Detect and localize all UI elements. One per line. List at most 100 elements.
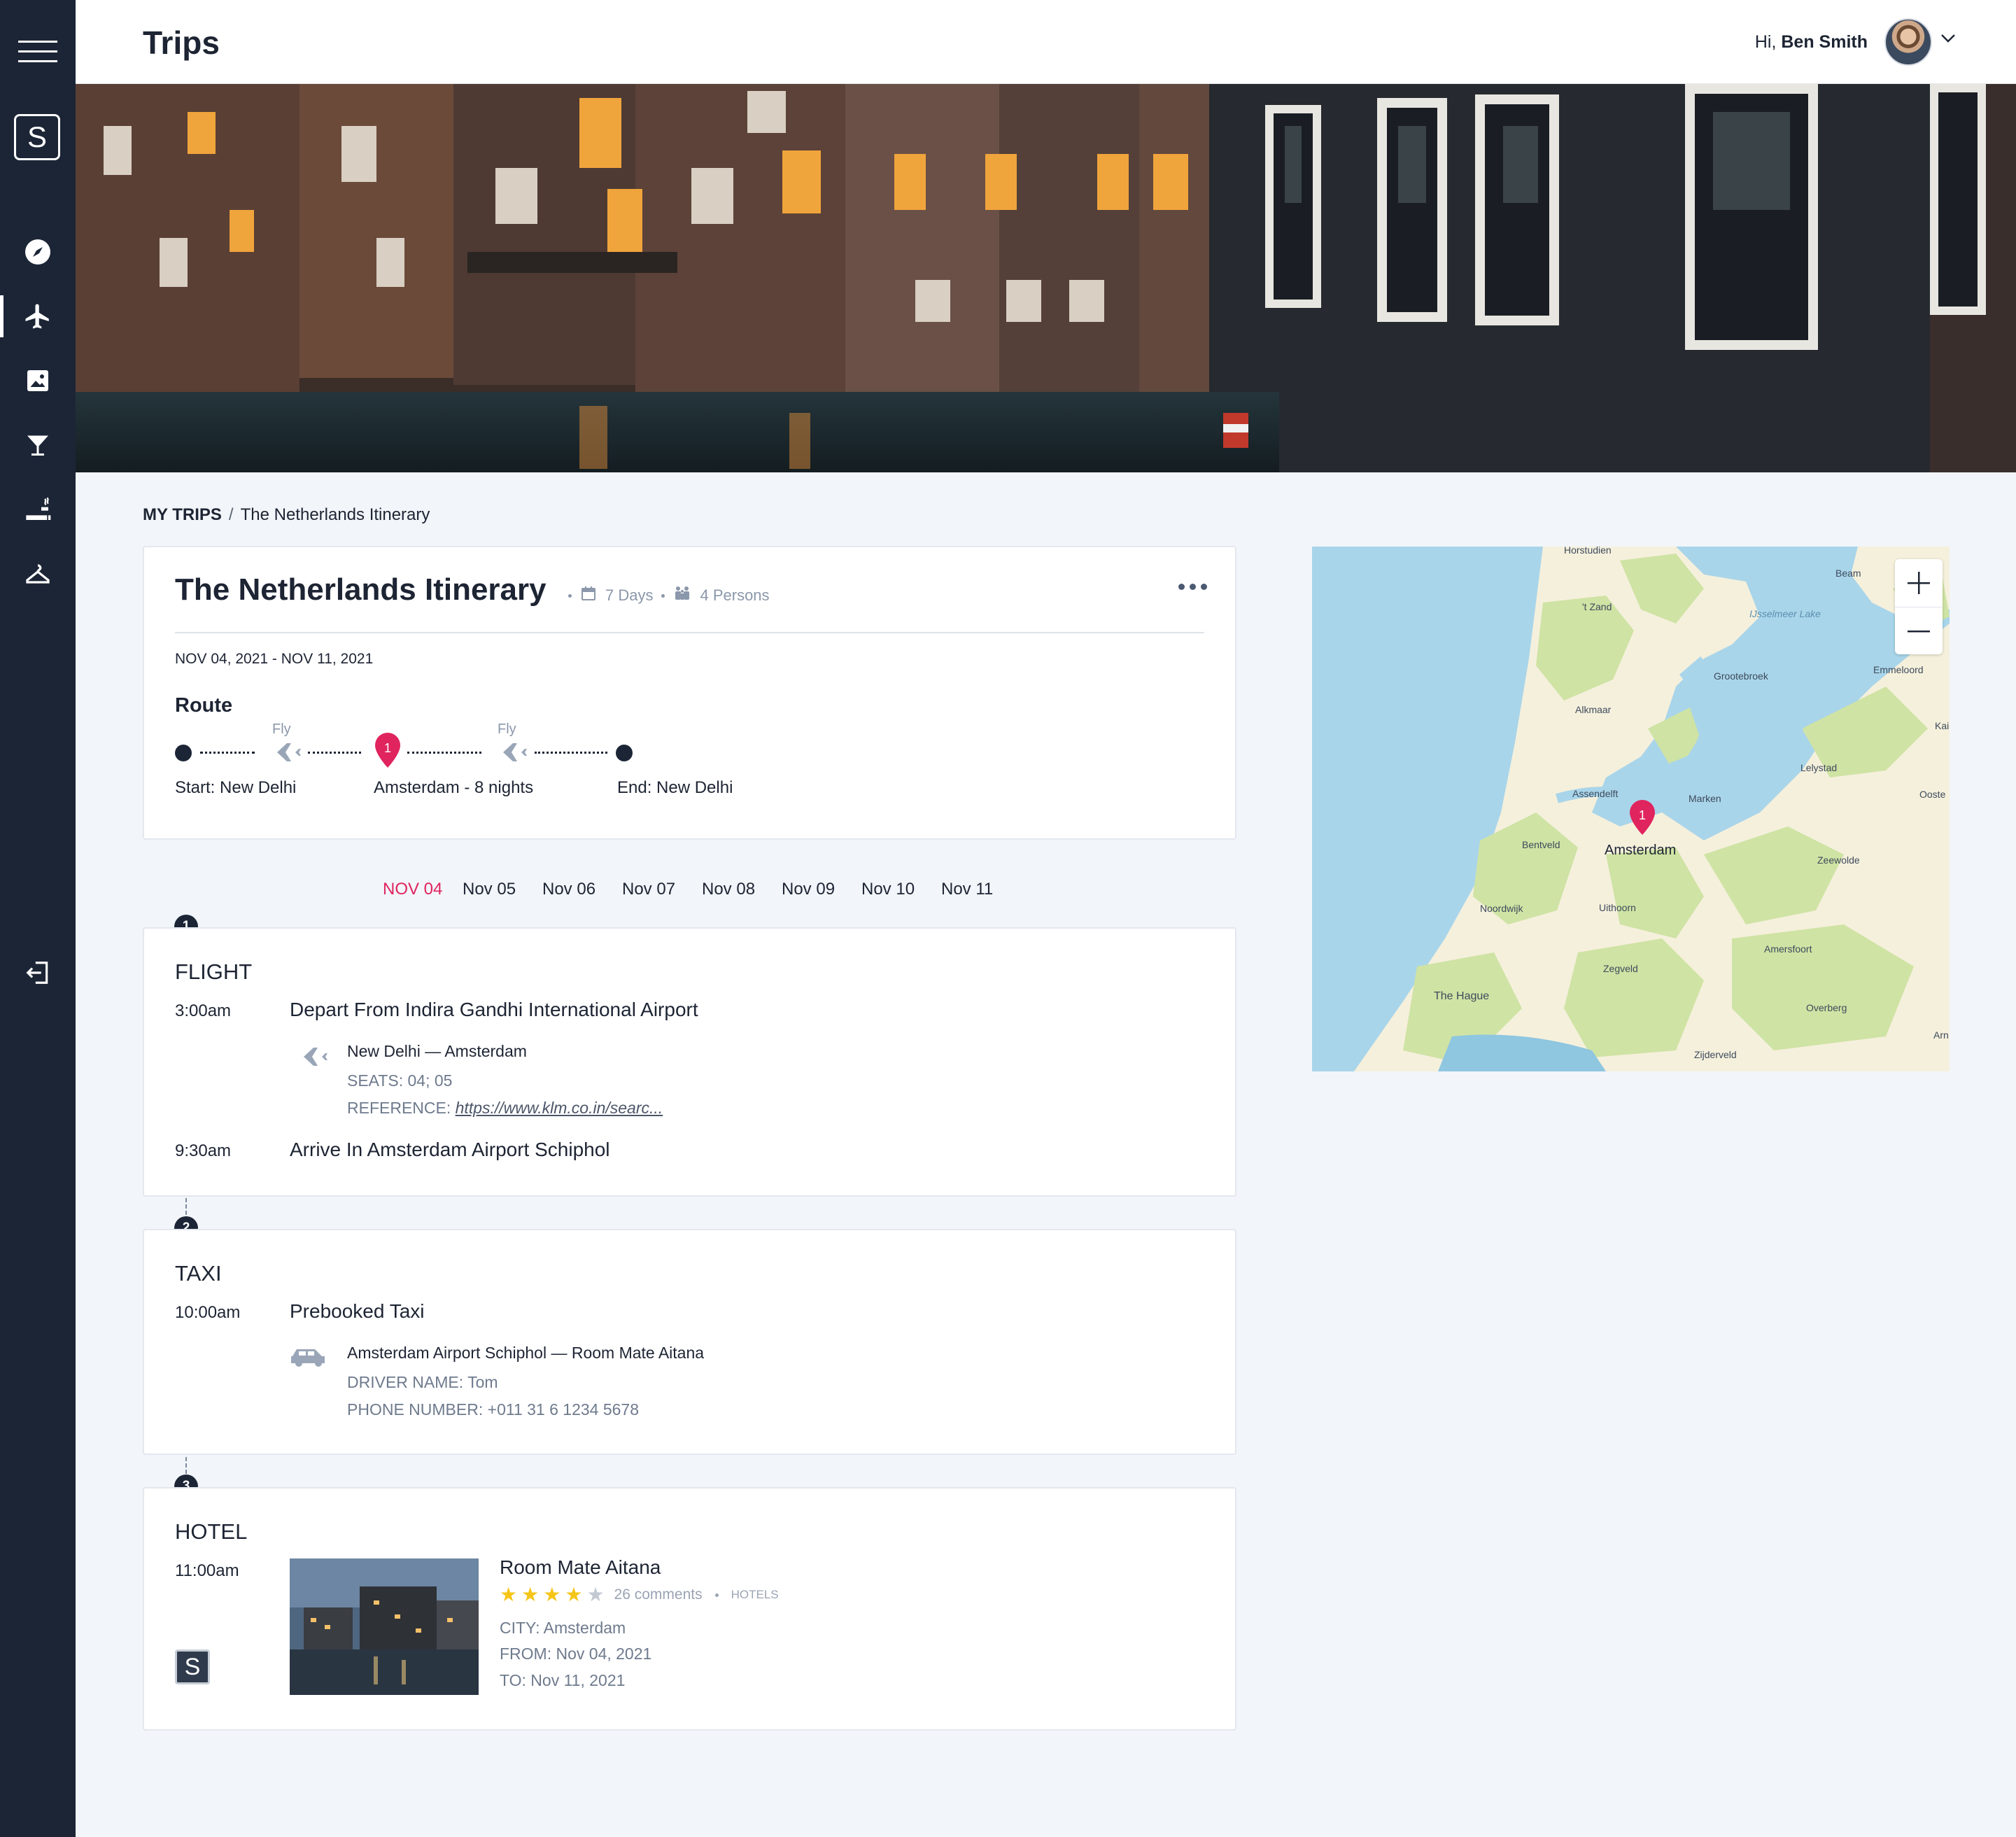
- logo-letter: S: [27, 120, 47, 153]
- hotel-name[interactable]: Room Mate Aitana: [500, 1556, 661, 1579]
- map-label: Grootebroek: [1714, 670, 1768, 682]
- reference-link[interactable]: https://www.klm.co.in/searc...: [456, 1099, 663, 1117]
- tab-nov-10[interactable]: Nov 10: [861, 880, 941, 899]
- tab-nov-08[interactable]: Nov 08: [702, 880, 782, 899]
- plane-icon[interactable]: [0, 295, 76, 337]
- route-end: End: New Delhi: [617, 778, 733, 797]
- user-name: Ben Smith: [1781, 32, 1868, 52]
- route-start: Start: New Delhi: [175, 778, 297, 797]
- flight-route: New Delhi — Amsterdam: [347, 1042, 527, 1060]
- tab-nov-09[interactable]: Nov 09: [782, 880, 861, 899]
- breadcrumb: MY TRIPS / The Netherlands Itinerary: [143, 505, 430, 525]
- hotel-from: FROM: Nov 04, 2021: [500, 1645, 652, 1663]
- more-dot: [1201, 584, 1207, 590]
- compass-icon[interactable]: [0, 231, 76, 273]
- map[interactable]: 1 Amsterdam Alkmaar 't Zand Beam Grooteb…: [1312, 547, 1950, 1071]
- map-label: The Hague: [1434, 990, 1490, 1002]
- map-label: Noordwijk: [1480, 903, 1523, 914]
- hanger-icon[interactable]: [0, 553, 76, 595]
- taxi-time: 10:00am: [175, 1303, 241, 1322]
- hotel-photo[interactable]: [290, 1558, 479, 1695]
- app-logo[interactable]: S: [14, 114, 60, 160]
- map-label: Ooste: [1919, 789, 1946, 800]
- route-start-dot: [175, 745, 192, 761]
- provider-badge: S: [175, 1649, 210, 1684]
- hotel-category: HOTELS: [731, 1588, 779, 1601]
- trip-days: 7 Days: [605, 586, 654, 604]
- hotel-comments[interactable]: 26 comments: [614, 1586, 703, 1603]
- map-label-amsterdam: Amsterdam: [1605, 843, 1677, 858]
- greeting-prefix: Hi,: [1754, 32, 1777, 52]
- plus-icon: [1908, 572, 1930, 594]
- map-label: Arn: [1933, 1029, 1949, 1041]
- tab-nov-04[interactable]: NOV 04: [383, 880, 463, 899]
- breadcrumb-current: The Netherlands Itinerary: [240, 505, 430, 524]
- tab-nov-06[interactable]: Nov 06: [542, 880, 622, 899]
- timeline-connector: [185, 1198, 187, 1215]
- people-icon: [673, 585, 691, 606]
- map-label: Emmeloord: [1873, 664, 1924, 675]
- trip-meta: 7 Days 4 Persons: [568, 585, 770, 606]
- hotel-city: CITY: Amsterdam: [500, 1619, 626, 1637]
- map-label: Uithoorn: [1599, 902, 1636, 913]
- reference-label: REFERENCE:: [347, 1099, 451, 1117]
- map-label: IJsselmeer Lake: [1749, 608, 1821, 619]
- more-options-button[interactable]: [1178, 584, 1207, 590]
- chevron-down-icon[interactable]: [1940, 34, 1956, 47]
- map-label: Marken: [1689, 793, 1721, 804]
- taxi-driver: DRIVER NAME: Tom: [347, 1373, 498, 1391]
- route-stop: Amsterdam - 8 nights: [374, 778, 534, 797]
- map-pin-number: 1: [1638, 808, 1646, 822]
- route-dash: [308, 752, 361, 754]
- flight-reference: REFERENCE: https://www.klm.co.in/searc..…: [347, 1099, 663, 1118]
- zoom-out-button[interactable]: [1895, 607, 1943, 654]
- map-pin-icon[interactable]: 1: [374, 733, 402, 771]
- calendar-icon: [580, 585, 597, 606]
- route-stop-number: 1: [383, 741, 391, 755]
- avatar[interactable]: [1884, 18, 1932, 66]
- hotel-card: HOTEL 11:00am Room Mate Aitana ★ ★ ★ ★ ★…: [143, 1487, 1236, 1731]
- page-title: Trips: [143, 24, 220, 61]
- hotel-to: TO: Nov 11, 2021: [500, 1671, 626, 1689]
- tab-nov-05[interactable]: Nov 05: [463, 880, 542, 899]
- spa-icon[interactable]: [0, 488, 76, 530]
- star-icon: ★: [565, 1584, 583, 1605]
- tab-nov-07[interactable]: Nov 07: [622, 880, 702, 899]
- route-label: Route: [175, 694, 233, 717]
- trip-persons: 4 Persons: [700, 586, 770, 604]
- top-header: Trips Hi, Ben Smith: [76, 0, 2016, 84]
- image-icon[interactable]: [0, 360, 76, 402]
- map-label: Zeewolde: [1817, 854, 1860, 866]
- zoom-in-button[interactable]: [1895, 559, 1943, 607]
- divider: [175, 632, 1204, 633]
- cocktail-icon[interactable]: [0, 424, 76, 466]
- user-greeting[interactable]: Hi, Ben Smith: [1755, 32, 1868, 52]
- trip-summary-card: The Netherlands Itinerary 7 Days 4 Perso…: [143, 546, 1236, 840]
- route-dash: [407, 752, 481, 754]
- breadcrumb-my-trips[interactable]: MY TRIPS: [143, 505, 222, 524]
- map-label: 't Zand: [1582, 601, 1612, 612]
- map-label: Amersfoort: [1764, 943, 1812, 955]
- route-end-dot: [616, 745, 633, 761]
- timeline-connector: [185, 1457, 187, 1474]
- map-label: Alkmaar: [1575, 704, 1612, 715]
- taxi-event: Prebooked Taxi: [290, 1300, 425, 1322]
- map-pin-icon[interactable]: 1: [1628, 800, 1656, 840]
- trip-title: The Netherlands Itinerary: [175, 572, 547, 607]
- map-label: Overberg: [1806, 1002, 1847, 1013]
- arrive-event: Arrive In Amsterdam Airport Schiphol: [290, 1139, 610, 1160]
- map-label: Bentveld: [1522, 839, 1560, 850]
- fly-label: Fly: [272, 722, 291, 737]
- hamburger-icon[interactable]: [0, 31, 76, 73]
- hotel-title: HOTEL: [175, 1519, 248, 1544]
- meta-dot: [568, 593, 572, 598]
- tab-nov-11[interactable]: Nov 11: [941, 880, 1021, 899]
- map-label: Zegveld: [1603, 963, 1638, 974]
- meta-dot: [714, 1593, 719, 1597]
- logout-icon[interactable]: [0, 952, 76, 994]
- meta-dot: [661, 593, 665, 598]
- sidebar: S: [0, 0, 76, 1837]
- depart-event: Depart From Indira Gandhi International …: [290, 999, 698, 1020]
- map-label: Horstudien: [1564, 547, 1612, 556]
- map-zoom-controls: [1895, 559, 1943, 654]
